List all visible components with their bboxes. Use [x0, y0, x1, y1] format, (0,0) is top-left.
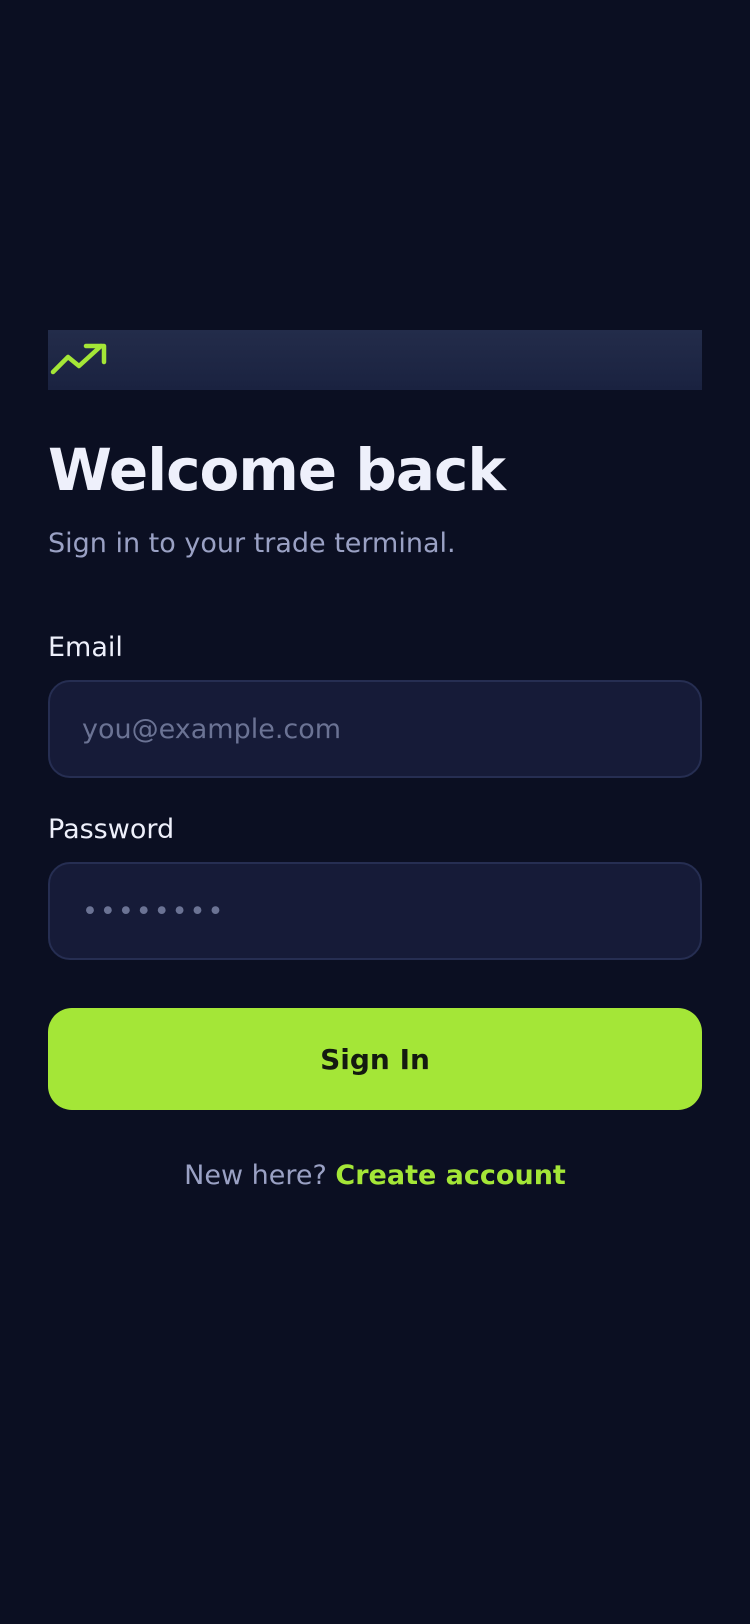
page-title: Welcome back [48, 436, 506, 504]
new-here-text: New here? [184, 1160, 336, 1191]
email-field-container [48, 680, 702, 778]
email-input[interactable] [82, 682, 672, 776]
sign-in-button[interactable]: Sign In [48, 1008, 702, 1110]
create-account-link[interactable]: Create account [335, 1160, 565, 1191]
password-input[interactable] [82, 864, 672, 958]
create-account-row: New here? Create account [48, 1160, 702, 1191]
logo-banner [48, 330, 702, 390]
email-label: Email [48, 632, 123, 663]
password-label: Password [48, 814, 175, 845]
trending-up-icon [50, 343, 107, 375]
sign-in-screen: Welcome back Sign in to your trade termi… [0, 0, 750, 1624]
page-subtitle: Sign in to your trade terminal. [48, 528, 456, 559]
password-field-container [48, 862, 702, 960]
